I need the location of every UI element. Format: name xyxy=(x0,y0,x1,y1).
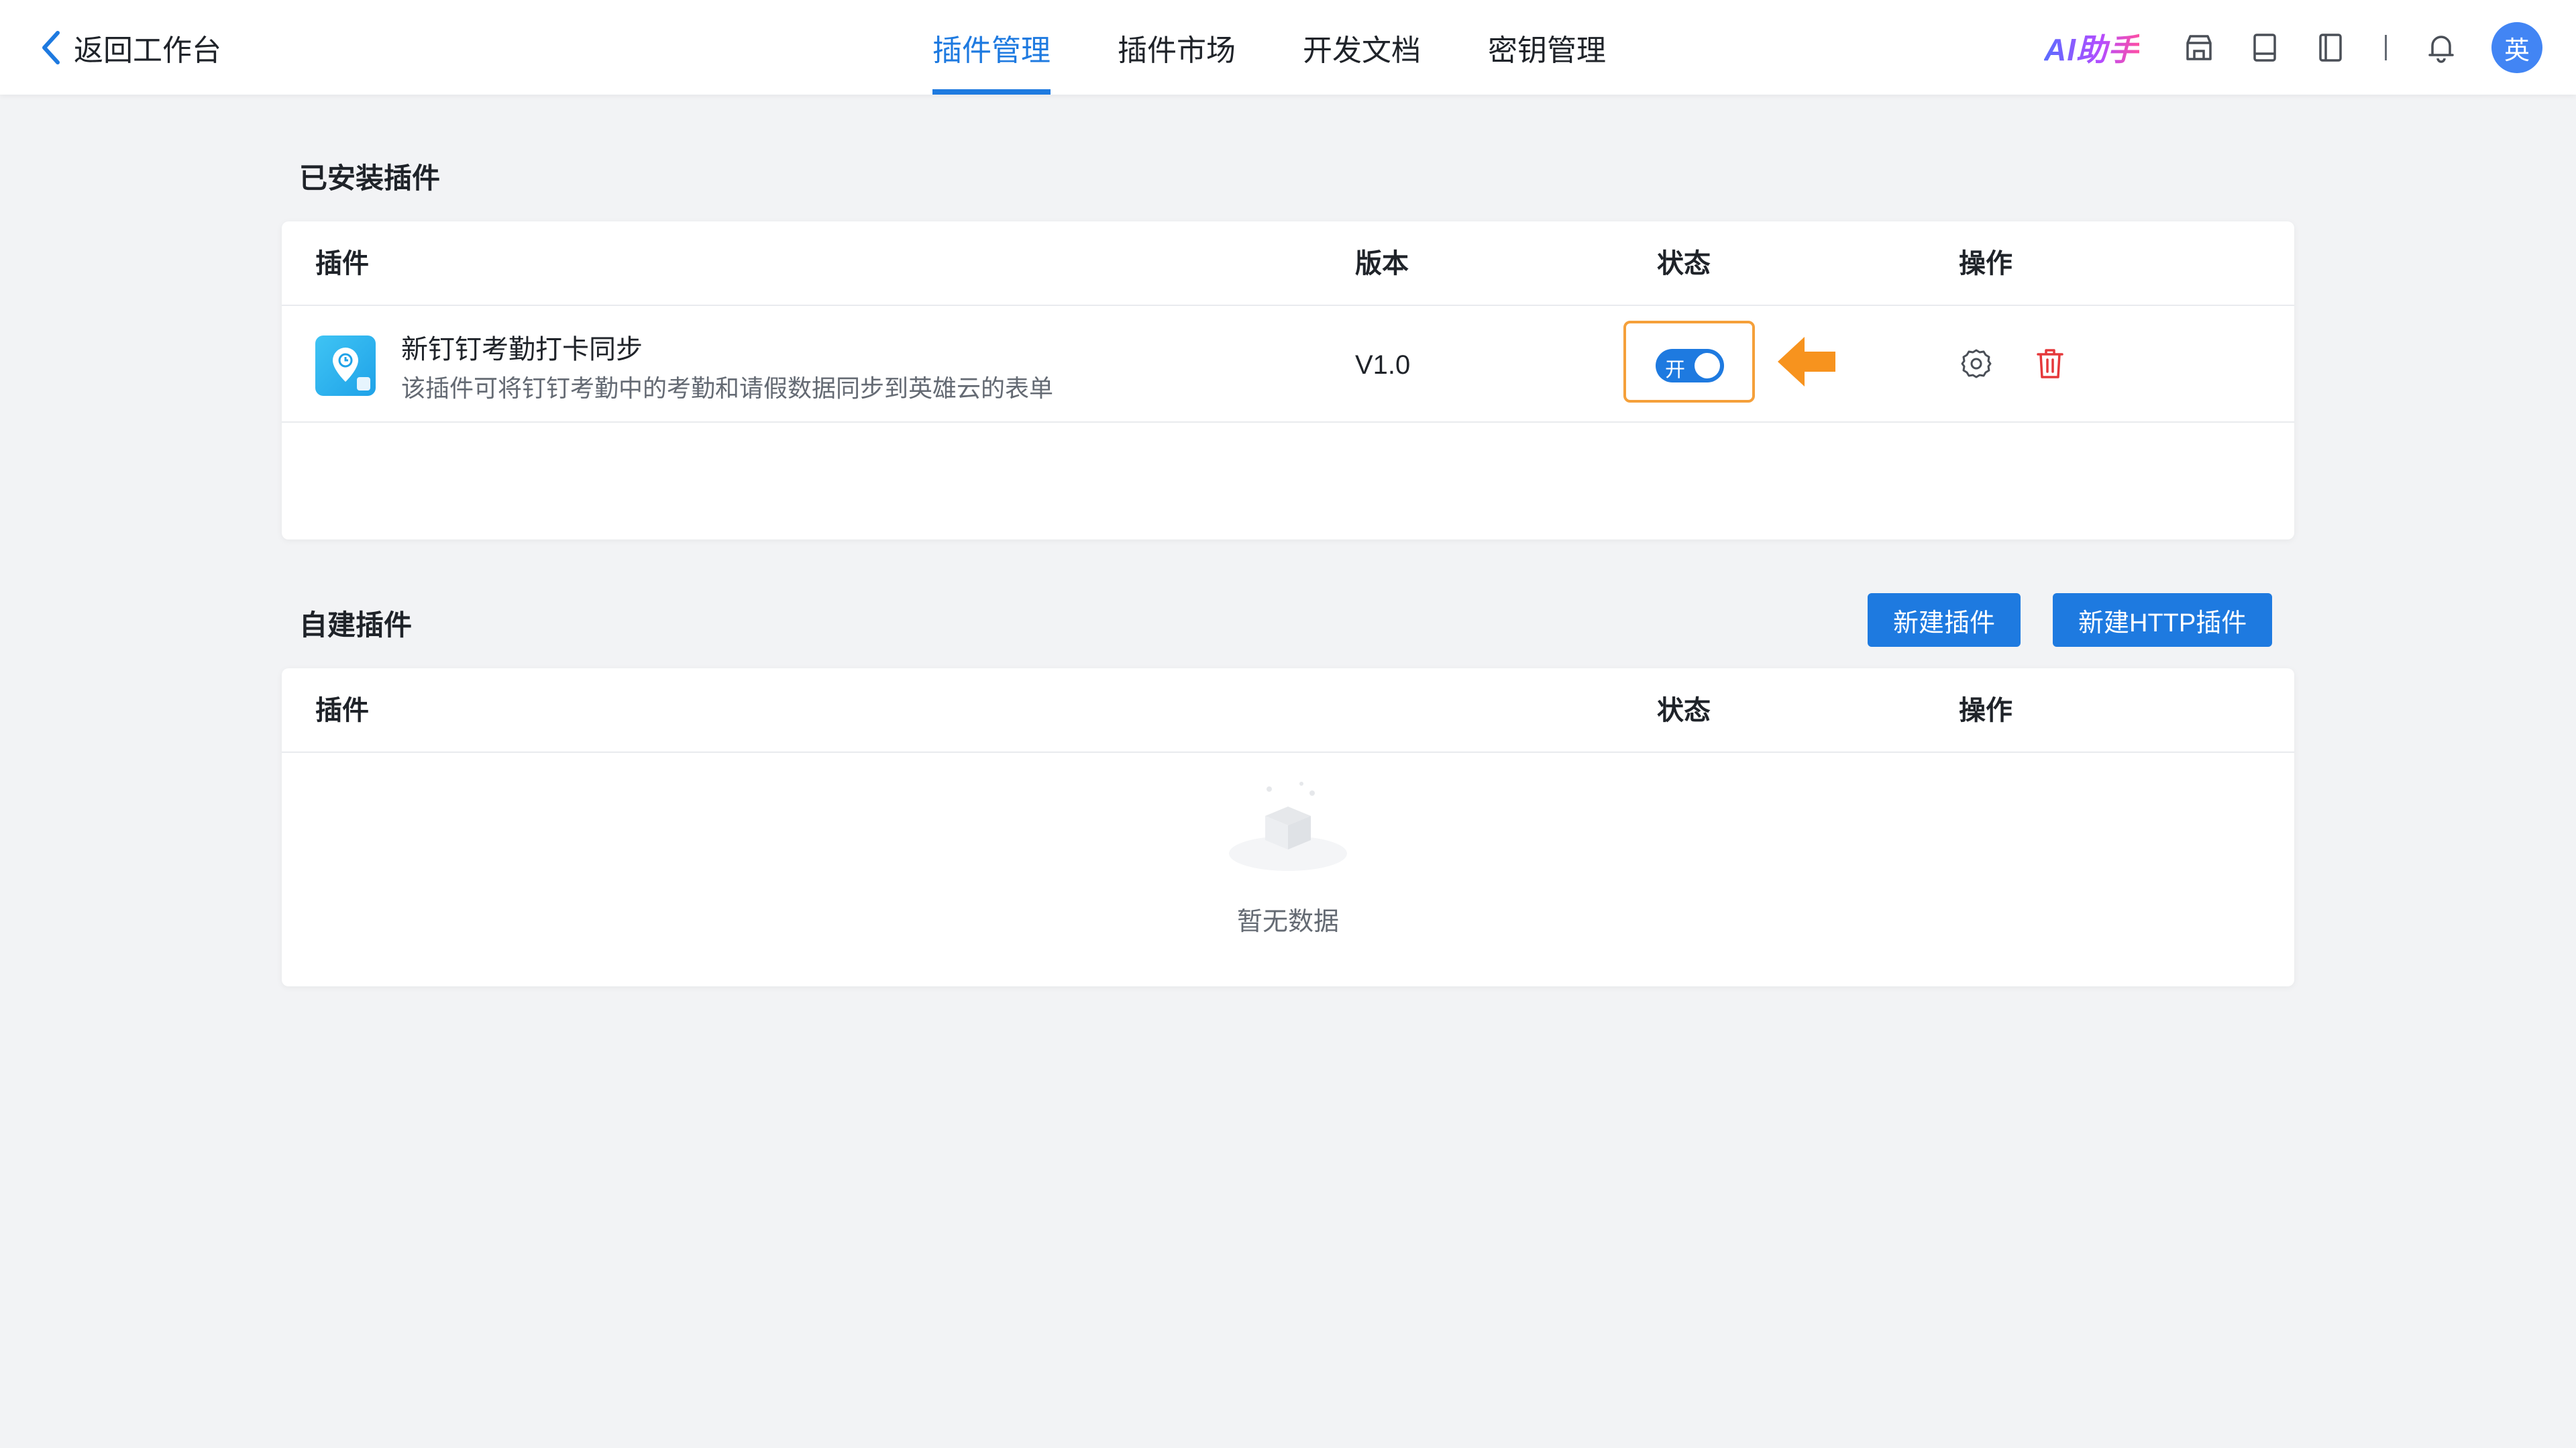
plugin-version: V1.0 xyxy=(1355,350,1411,380)
user-avatar[interactable]: 英 xyxy=(2491,22,2542,73)
installed-plugins-title: 已安装插件 xyxy=(299,162,441,194)
status-highlight-box: 开 xyxy=(1623,321,1755,403)
new-plugin-button-primary[interactable]: 新建插件 xyxy=(1868,593,2021,647)
column-status: 状态 xyxy=(1657,249,1711,278)
tab-plugin-market[interactable]: 插件市场 xyxy=(1118,0,1236,95)
header-tools: AI助手 英 xyxy=(2044,19,2542,76)
plugin-description: 该插件可将钉钉考勤中的考勤和请假数据同步到英雄云的表单 xyxy=(401,374,1054,402)
toggle-knob xyxy=(1695,353,1720,378)
main-tabs: 插件管理 插件市场 开发文档 密钥管理 xyxy=(932,0,1673,95)
custom-plugins-table: 插件 状态 操作 暂无数据 xyxy=(282,668,2294,986)
back-to-workbench-link[interactable]: 返回工作台 xyxy=(38,25,221,70)
gear-icon[interactable] xyxy=(1959,346,1994,381)
custom-plugins-title: 自建插件 xyxy=(299,609,413,641)
empty-box-icon xyxy=(1229,782,1347,871)
column-plugin: 插件 xyxy=(315,696,369,725)
installed-plugins-table: 插件 版本 状态 操作 新钉钉考勤打卡同步 该插件可将钉钉考勤中的考勤和请假数据… xyxy=(282,221,2294,539)
empty-text: 暂无数据 xyxy=(1236,908,1339,936)
toolbar-divider xyxy=(2385,35,2387,60)
ai-assistant-button[interactable]: AI助手 xyxy=(2044,25,2139,70)
table-header: 插件 版本 状态 操作 xyxy=(282,221,2294,306)
status-toggle[interactable]: 开 xyxy=(1656,349,1724,382)
empty-state: 暂无数据 xyxy=(282,754,2294,982)
notebook-icon[interactable] xyxy=(2314,31,2347,64)
column-plugin: 插件 xyxy=(315,249,369,278)
plugin-name: 新钉钉考勤打卡同步 xyxy=(401,335,643,364)
back-label: 返回工作台 xyxy=(74,34,221,67)
table-row: 新钉钉考勤打卡同步 该插件可将钉钉考勤中的考勤和请假数据同步到英雄云的表单 V1… xyxy=(282,307,2294,423)
table-header: 插件 状态 操作 xyxy=(282,668,2294,753)
trash-icon[interactable] xyxy=(2033,346,2068,381)
tab-dev-docs[interactable]: 开发文档 xyxy=(1303,0,1421,95)
location-pin-icon xyxy=(315,335,376,396)
book-icon[interactable] xyxy=(2248,31,2282,64)
arrow-left-icon xyxy=(1778,337,1835,386)
column-actions: 操作 xyxy=(1959,249,2012,278)
store-icon[interactable] xyxy=(2182,31,2216,64)
top-navigation-bar: 返回工作台 插件管理 插件市场 开发文档 密钥管理 AI助手 英 xyxy=(0,0,2576,95)
new-http-plugin-button[interactable]: 新建HTTP插件 xyxy=(2053,593,2273,647)
chevron-left-icon xyxy=(42,31,60,64)
column-status: 状态 xyxy=(1657,696,1711,725)
column-actions: 操作 xyxy=(1959,696,2012,725)
bell-icon[interactable] xyxy=(2424,31,2458,64)
column-version: 版本 xyxy=(1355,249,1409,278)
toggle-label: 开 xyxy=(1665,359,1685,381)
tab-plugin-management[interactable]: 插件管理 xyxy=(932,0,1051,95)
tab-key-management[interactable]: 密钥管理 xyxy=(1488,0,1606,95)
